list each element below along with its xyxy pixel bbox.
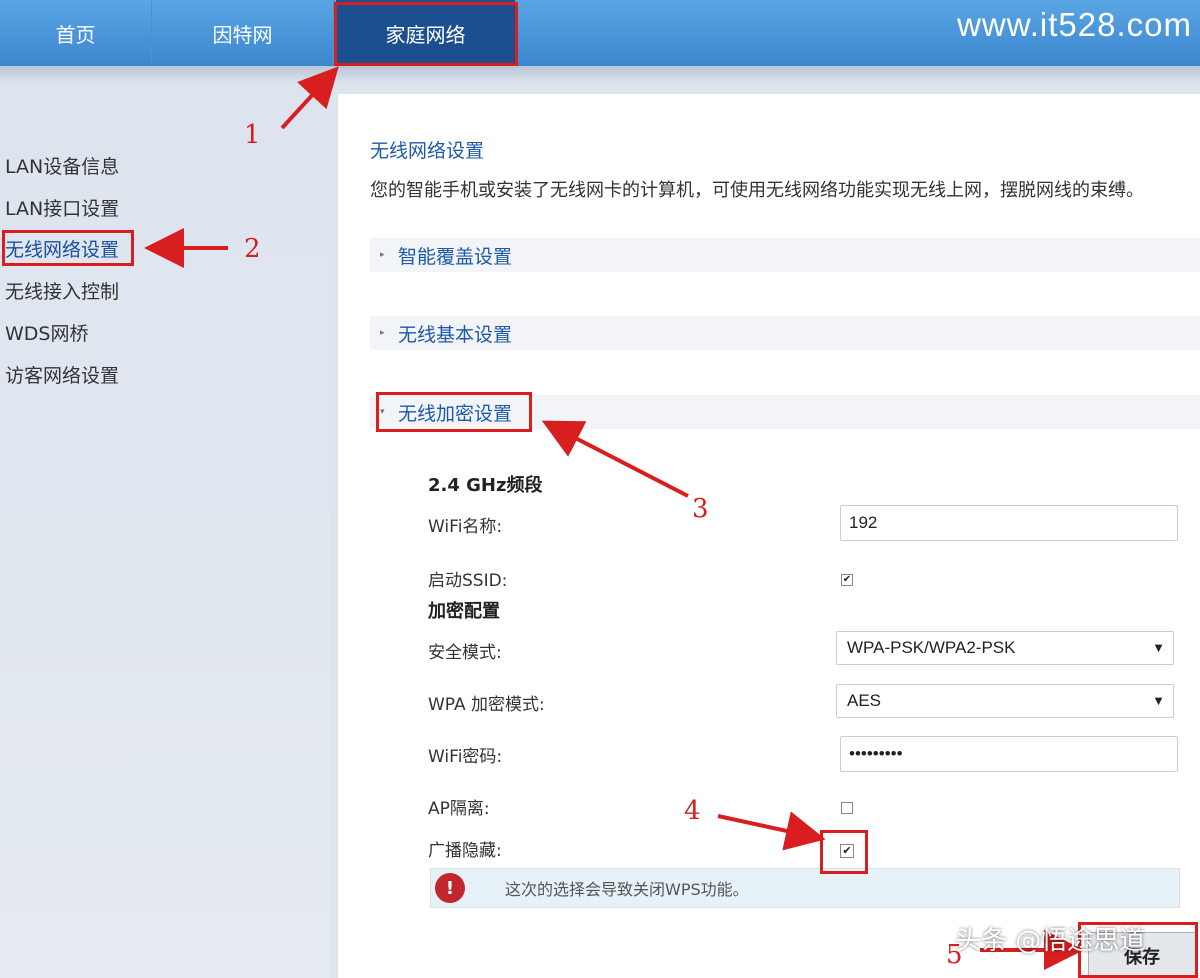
arrow-4 [717,811,826,851]
annotation-number-4: 4 [684,796,701,826]
annotation-number-1: 1 [244,120,261,150]
arrow-3 [541,420,689,498]
watermark: 头条 @悟途思道 [955,926,1146,956]
annotation-arrows [144,66,1084,970]
annotation-number-2: 2 [244,234,261,264]
arrow-1 [280,66,339,130]
annotation-number-3: 3 [692,494,709,524]
